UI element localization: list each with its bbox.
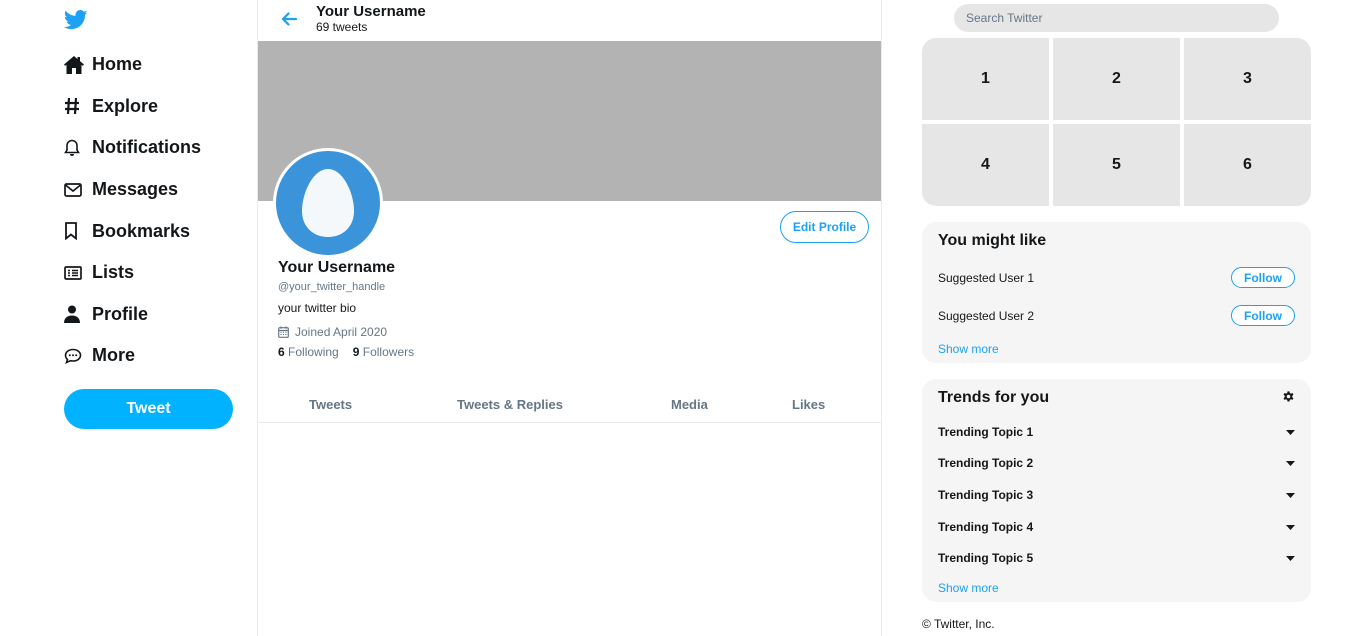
nav-label-more: More: [92, 345, 136, 366]
caret-down-icon[interactable]: [1286, 555, 1295, 561]
trend-item[interactable]: Trending Topic 4: [938, 518, 1295, 536]
nav-item-notifications[interactable]: Notifications: [64, 127, 201, 169]
suggested-user-name[interactable]: Suggested User 1: [938, 271, 1034, 285]
header-username: Your Username: [316, 3, 426, 20]
home-icon: [64, 55, 92, 74]
envelope-icon: [64, 182, 92, 197]
trend-label: Trending Topic 1: [938, 425, 1034, 439]
back-arrow-icon[interactable]: [280, 10, 298, 28]
tab-tweets-replies[interactable]: Tweets & Replies: [457, 397, 563, 412]
media-grid-cell[interactable]: 6: [1184, 124, 1311, 206]
profile-main: Your Username 69 tweets Edit Profile You…: [257, 0, 882, 636]
nav-item-messages[interactable]: Messages: [64, 169, 201, 211]
following-label: Following: [288, 345, 339, 359]
trend-item[interactable]: Trending Topic 3: [938, 486, 1295, 504]
hashtag-icon: [64, 97, 92, 115]
followers-count: 9: [352, 345, 360, 359]
nav-label-messages: Messages: [92, 179, 179, 200]
tweet-button[interactable]: Tweet: [64, 389, 233, 429]
nav-label-notifications: Notifications: [92, 137, 202, 158]
suggested-user-name[interactable]: Suggested User 2: [938, 309, 1034, 323]
nav-item-lists[interactable]: Lists: [64, 252, 201, 294]
following-link[interactable]: 6 Following: [278, 345, 339, 359]
avatar[interactable]: [273, 148, 383, 258]
gear-icon[interactable]: [1282, 390, 1295, 403]
nav-item-home[interactable]: Home: [64, 44, 201, 86]
user-icon: [64, 305, 92, 324]
bookmark-icon: [64, 222, 92, 241]
twitter-logo-icon[interactable]: [64, 9, 88, 31]
profile-name: Your Username: [278, 259, 396, 276]
who-to-follow-title: You might like: [938, 232, 1047, 249]
who-to-follow-card: You might like Suggested User 1 Follow S…: [922, 222, 1311, 363]
tab-media[interactable]: Media: [671, 397, 708, 412]
followers-link[interactable]: 9 Followers: [353, 345, 414, 359]
trend-item[interactable]: Trending Topic 5: [938, 549, 1295, 567]
following-count: 6: [278, 345, 285, 359]
nav-item-profile[interactable]: Profile: [64, 294, 201, 336]
nav-label-profile: Profile: [92, 303, 149, 324]
nav-item-bookmarks[interactable]: Bookmarks: [64, 210, 201, 252]
trend-label: Trending Topic 2: [938, 456, 1034, 470]
profile-joined: Joined April 2020: [278, 325, 387, 339]
tab-tweets[interactable]: Tweets: [309, 397, 352, 412]
media-grid-cell[interactable]: 4: [922, 124, 1049, 206]
trend-item[interactable]: Trending Topic 1: [938, 423, 1295, 441]
media-grid-cell[interactable]: 1: [922, 38, 1049, 120]
follow-button[interactable]: Follow: [1231, 305, 1295, 326]
bell-icon: [64, 139, 92, 157]
caret-down-icon[interactable]: [1286, 524, 1295, 530]
header-tweet-count: 69 tweets: [316, 20, 368, 34]
caret-down-icon[interactable]: [1286, 460, 1295, 466]
media-grid-cell[interactable]: 3: [1184, 38, 1311, 120]
nav-label-bookmarks: Bookmarks: [92, 220, 191, 241]
trend-label: Trending Topic 5: [938, 551, 1034, 565]
follow-button[interactable]: Follow: [1231, 267, 1295, 288]
search-input[interactable]: [954, 4, 1279, 32]
show-more-link[interactable]: Show more: [938, 342, 999, 356]
media-grid: 1 2 3 4 5 6: [922, 38, 1311, 206]
profile-stats: 6 Following 9 Followers: [278, 345, 414, 359]
tab-likes[interactable]: Likes: [792, 397, 825, 412]
nav-label-lists: Lists: [92, 262, 135, 283]
profile-header: Your Username 69 tweets: [258, 0, 881, 41]
calendar-icon: [278, 326, 289, 338]
media-grid-cell[interactable]: 5: [1053, 124, 1180, 206]
caret-down-icon[interactable]: [1286, 492, 1295, 498]
nav-item-explore[interactable]: Explore: [64, 86, 201, 128]
edit-profile-button[interactable]: Edit Profile: [780, 211, 869, 243]
nav-label-home: Home: [92, 54, 143, 75]
nav-item-more[interactable]: More: [64, 335, 201, 377]
caret-down-icon[interactable]: [1286, 429, 1295, 435]
left-sidebar: Home Explore Notifications Messages Book…: [0, 0, 257, 636]
main-nav: Home Explore Notifications Messages Book…: [64, 44, 201, 377]
trends-card: Trends for you Trending Topic 1 Trending…: [922, 379, 1311, 602]
trend-label: Trending Topic 4: [938, 520, 1034, 534]
profile-handle: @your_twitter_handle: [278, 281, 386, 293]
list-icon: [64, 265, 92, 280]
egg-avatar-icon: [302, 169, 354, 237]
footer-copyright: © Twitter, Inc.: [922, 617, 995, 631]
comment-dots-icon: [64, 348, 92, 364]
trends-title: Trends for you: [938, 389, 1050, 406]
joined-date: Joined April 2020: [295, 325, 388, 339]
profile-bio: your twitter bio: [278, 301, 357, 315]
trend-item[interactable]: Trending Topic 2: [938, 454, 1295, 472]
followers-label: Followers: [362, 345, 415, 359]
media-grid-cell[interactable]: 2: [1053, 38, 1180, 120]
trend-label: Trending Topic 3: [938, 488, 1034, 502]
right-sidebar: 1 2 3 4 5 6 You might like Suggested Use…: [922, 0, 1311, 636]
nav-label-explore: Explore: [92, 95, 159, 116]
show-more-link[interactable]: Show more: [938, 581, 999, 595]
profile-tabs: Tweets Tweets & Replies Media Likes: [258, 384, 881, 423]
